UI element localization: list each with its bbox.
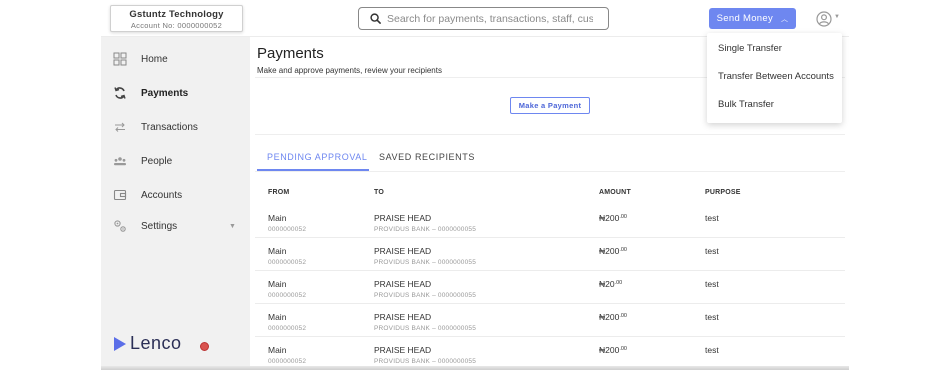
tab-saved-recipients[interactable]: SAVED RECIPIENTS — [379, 152, 475, 162]
from-account: 0000000052 — [268, 259, 307, 266]
menu-item-bulk-transfer[interactable]: Bulk Transfer — [718, 99, 774, 110]
amount-decimals: .00 — [619, 346, 627, 352]
recipient-bank: PROVIDUS BANK – 0000000055 — [374, 259, 477, 266]
tab-divider — [255, 171, 845, 172]
amount: ₦200.00 — [599, 345, 627, 355]
from-name: Main — [268, 345, 287, 355]
from-name: Main — [268, 312, 287, 322]
sidebar-item-label: Payments — [141, 87, 189, 99]
amount: ₦200.00 — [599, 213, 627, 223]
recipient-bank: PROVIDUS BANK – 0000000055 — [374, 358, 477, 365]
table-row[interactable]: Main 0000000052 PRAISE HEAD PROVIDUS BAN… — [255, 271, 845, 304]
tab-pending-approval[interactable]: PENDING APPROVAL — [267, 152, 367, 162]
sidebar-item-accounts[interactable]: Accounts — [101, 183, 250, 207]
from-account: 0000000052 — [268, 292, 307, 299]
recipient-name: PRAISE HEAD — [374, 246, 432, 256]
amount-value: ₦200 — [599, 213, 620, 223]
send-money-button[interactable]: Send Money ︿ — [709, 8, 796, 29]
from-account: 0000000052 — [268, 226, 307, 233]
top-bar: Gstuntz Technology Account No: 000000005… — [101, 0, 849, 37]
recipient-name: PRAISE HEAD — [374, 312, 432, 322]
sidebar-item-label: People — [141, 155, 173, 167]
sidebar-item-settings[interactable]: Settings ▼ — [101, 214, 250, 238]
recipient-bank: PROVIDUS BANK – 0000000055 — [374, 292, 477, 299]
page-subtitle: Make and approve payments, review your r… — [257, 66, 442, 75]
table-row[interactable]: Main 0000000052 PRAISE HEAD PROVIDUS BAN… — [255, 205, 845, 238]
sidebar-item-label: Transactions — [141, 121, 198, 133]
search-input[interactable] — [387, 12, 593, 25]
grid-icon — [113, 52, 127, 66]
purpose: test — [705, 279, 719, 289]
column-header-amount: AMOUNT — [599, 189, 631, 196]
sidebar: Home Payments Transactions People Accoun… — [101, 37, 250, 370]
menu-item-transfer-between-accounts[interactable]: Transfer Between Accounts — [718, 71, 834, 82]
make-payment-button[interactable]: Make a Payment — [510, 97, 590, 114]
amount: ₦200.00 — [599, 312, 627, 322]
search-icon — [370, 13, 381, 24]
amount-decimals: .00 — [619, 214, 627, 220]
sidebar-item-payments[interactable]: Payments — [101, 81, 250, 105]
recipient-name: PRAISE HEAD — [374, 213, 432, 223]
amount-decimals: .00 — [619, 313, 627, 319]
table-row[interactable]: Main 0000000052 PRAISE HEAD PROVIDUS BAN… — [255, 304, 845, 337]
amount-value: ₦200 — [599, 345, 620, 355]
recipient-bank: PROVIDUS BANK – 0000000055 — [374, 325, 477, 332]
from-name: Main — [268, 279, 287, 289]
column-header-to: TO — [374, 189, 384, 196]
from-name: Main — [268, 246, 287, 256]
from-account: 0000000052 — [268, 325, 307, 332]
from-name: Main — [268, 213, 287, 223]
arrows-icon — [115, 122, 125, 132]
amount-value: ₦20 — [599, 279, 615, 289]
logo-text: Lenco — [130, 333, 182, 353]
recipient-name: PRAISE HEAD — [374, 279, 432, 289]
amount: ₦20.00 — [599, 279, 622, 289]
user-avatar-icon[interactable] — [816, 11, 832, 27]
sidebar-item-transactions[interactable]: Transactions — [101, 115, 250, 139]
divider — [255, 134, 845, 135]
purpose: test — [705, 213, 719, 223]
sync-icon — [114, 87, 126, 99]
amount: ₦200.00 — [599, 246, 627, 256]
lenco-logo-icon — [114, 336, 126, 351]
purpose: test — [705, 345, 719, 355]
amount-decimals: .00 — [614, 280, 623, 286]
purpose: test — [705, 312, 719, 322]
account-name: Gstuntz Technology — [129, 9, 224, 20]
send-money-label: Send Money — [716, 13, 774, 24]
recipient-bank: PROVIDUS BANK – 0000000055 — [374, 226, 477, 233]
notification-badge[interactable] — [200, 342, 209, 351]
column-header-purpose: PURPOSE — [705, 189, 741, 196]
recipient-name: PRAISE HEAD — [374, 345, 432, 355]
sidebar-item-people[interactable]: People — [101, 149, 250, 173]
people-icon — [114, 157, 126, 166]
table-row[interactable]: Main 0000000052 PRAISE HEAD PROVIDUS BAN… — [255, 238, 845, 271]
chevron-up-icon: ︿ — [781, 15, 789, 23]
lenco-logo: Lenco — [113, 333, 182, 354]
column-header-from: FROM — [268, 189, 290, 196]
wallet-icon — [113, 189, 127, 201]
menu-item-single-transfer[interactable]: Single Transfer — [718, 43, 782, 54]
gear-icon — [114, 220, 126, 232]
account-number: Account No: 0000000052 — [130, 21, 223, 30]
sidebar-item-home[interactable]: Home — [101, 47, 250, 71]
chevron-down-icon[interactable]: ▼ — [834, 14, 840, 20]
amount-value: ₦200 — [599, 246, 620, 256]
sidebar-item-label: Home — [141, 53, 168, 65]
sidebar-item-label: Accounts — [141, 189, 183, 201]
purpose: test — [705, 246, 719, 256]
window-bottom-edge — [101, 366, 849, 370]
amount-value: ₦200 — [599, 312, 620, 322]
chevron-down-icon: ▼ — [229, 222, 236, 230]
amount-decimals: .00 — [619, 247, 627, 253]
from-account: 0000000052 — [268, 358, 307, 365]
account-switcher[interactable]: Gstuntz Technology Account No: 000000005… — [110, 5, 243, 32]
send-money-dropdown: Single Transfer Transfer Between Account… — [707, 33, 842, 123]
sidebar-item-label: Settings — [141, 220, 178, 232]
search-box[interactable] — [358, 7, 609, 30]
page-title: Payments — [257, 45, 324, 62]
